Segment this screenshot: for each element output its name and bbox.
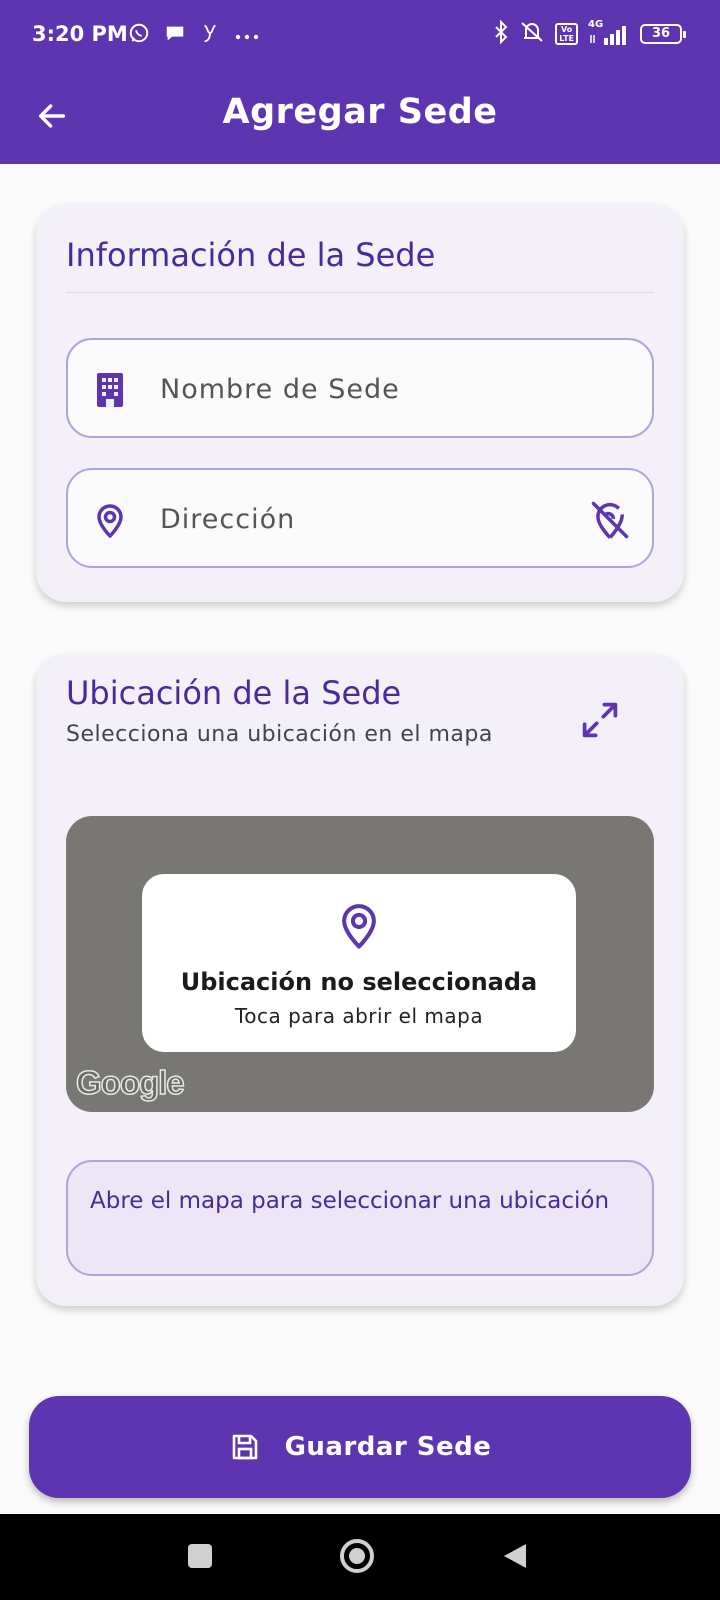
mute-icon — [519, 20, 545, 48]
address-field[interactable] — [66, 468, 654, 568]
building-icon — [97, 373, 123, 407]
signal-icon: 4G — [588, 19, 630, 47]
app-bar: Agregar Sede — [0, 72, 720, 164]
volte-top-label: Vo — [561, 25, 573, 34]
recent-apps-icon — [188, 1544, 212, 1568]
back-triangle-icon — [504, 1544, 526, 1568]
volte-icon: Vo LTE — [555, 23, 578, 45]
whatsapp-icon — [128, 22, 150, 48]
location-off-button[interactable] — [586, 496, 634, 544]
save-button-label: Guardar Sede — [284, 1432, 492, 1462]
bluetooth-icon — [493, 19, 509, 48]
system-nav-bar — [0, 1514, 720, 1600]
map-hint-text: Abre el mapa para seleccionar una ubicac… — [90, 1188, 610, 1214]
name-field[interactable] — [66, 338, 654, 438]
location-card: Ubicación de la Sede Selecciona una ubic… — [36, 654, 684, 1306]
address-input[interactable] — [160, 492, 570, 546]
more-icon — [234, 26, 260, 45]
home-icon — [340, 1539, 374, 1573]
name-input[interactable] — [160, 362, 570, 416]
map-overlay-title: Ubicación no seleccionada — [180, 968, 538, 996]
location-off-icon — [591, 501, 629, 539]
home-button[interactable] — [335, 1534, 379, 1578]
status-bar: 3:20 PM Vo LTE 4G 36 — [0, 0, 720, 72]
save-button[interactable]: Guardar Sede — [29, 1396, 691, 1498]
map-preview[interactable]: Ubicación no seleccionada Toca para abri… — [66, 816, 654, 1112]
expand-map-button[interactable] — [574, 694, 626, 746]
battery-icon: 36 — [640, 24, 686, 44]
expand-icon — [582, 702, 618, 738]
location-pin-icon — [342, 904, 376, 949]
info-card-title: Información de la Sede — [66, 236, 436, 274]
save-icon — [232, 1434, 257, 1460]
status-time: 3:20 PM — [32, 22, 128, 46]
chat-icon — [164, 22, 186, 48]
location-pin-icon — [97, 504, 123, 538]
location-card-subtitle: Selecciona una ubicación en el mapa — [66, 722, 493, 747]
page-title: Agregar Sede — [222, 92, 498, 132]
info-card: Información de la Sede — [36, 204, 684, 602]
location-card-title: Ubicación de la Sede — [66, 674, 402, 712]
volte-bottom-label: LTE — [559, 34, 574, 43]
back-nav-button[interactable] — [493, 1534, 537, 1578]
recent-apps-button[interactable] — [178, 1534, 222, 1578]
app-icon — [200, 22, 220, 48]
map-overlay-subtitle: Toca para abrir el mapa — [234, 1004, 484, 1028]
map-hint-box: Abre el mapa para seleccionar una ubicac… — [66, 1160, 654, 1276]
divider — [66, 292, 654, 293]
map-overlay-card[interactable]: Ubicación no seleccionada Toca para abri… — [142, 874, 576, 1052]
google-logo: Google — [75, 1063, 185, 1102]
